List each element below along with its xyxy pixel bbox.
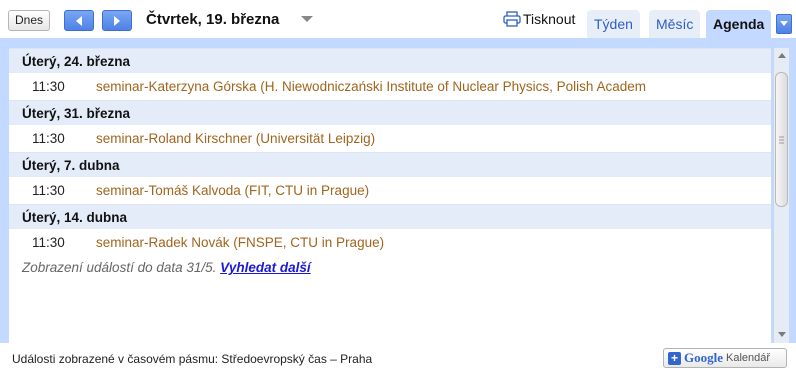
- day-header: Úterý, 31. března: [9, 100, 771, 125]
- timezone-note: Události zobrazené v časovém pásmu: Stře…: [12, 352, 373, 366]
- range-note-text: Zobrazení událostí do data 31/5.: [22, 260, 221, 275]
- chevron-right-icon: [114, 15, 120, 26]
- event-row[interactable]: 11:30 seminar-Radek Novák (FNSPE, CTU in…: [9, 229, 771, 256]
- tab-agenda[interactable]: Agenda: [706, 10, 772, 38]
- scroll-down-button[interactable]: [774, 327, 790, 343]
- tab-week[interactable]: Týden: [587, 10, 640, 38]
- event-row[interactable]: 11:30 seminar-Roland Kirschner (Universi…: [9, 125, 771, 152]
- scrollbar[interactable]: [773, 48, 789, 343]
- event-time: 11:30: [32, 79, 65, 94]
- event-title[interactable]: seminar-Radek Novák (FNSPE, CTU in Pragu…: [96, 229, 384, 256]
- scroll-thumb[interactable]: [775, 72, 788, 207]
- google-calendar-badge[interactable]: + Google Kalendář: [663, 348, 787, 368]
- day-header: Úterý, 14. dubna: [9, 204, 771, 229]
- print-label: Tisknout: [523, 11, 576, 27]
- next-button[interactable]: [102, 10, 132, 31]
- event-title[interactable]: seminar-Roland Kirschner (Universität Le…: [96, 125, 375, 152]
- event-time: 11:30: [32, 131, 65, 146]
- scroll-up-button[interactable]: [774, 48, 790, 64]
- agenda-panel: Úterý, 24. března 11:30 seminar-Katerzyn…: [0, 38, 796, 343]
- plus-icon: +: [668, 351, 681, 365]
- scroll-down-icon: [778, 332, 786, 337]
- google-logo-text: Google: [684, 350, 723, 365]
- scroll-up-icon: [778, 53, 786, 58]
- view-menu-button[interactable]: [776, 14, 792, 34]
- today-button[interactable]: Dnes: [8, 10, 51, 31]
- event-row[interactable]: 11:30 seminar-Tomáš Kalvoda (FIT, CTU in…: [9, 177, 771, 204]
- print-link[interactable]: Tisknout: [503, 11, 575, 27]
- agenda-range-note: Zobrazení událostí do data 31/5. Vyhleda…: [9, 256, 771, 280]
- event-title[interactable]: seminar-Katerzyna Górska (H. Niewodnicza…: [96, 73, 646, 100]
- grip-icon: [779, 136, 784, 143]
- event-time: 11:30: [32, 183, 65, 198]
- printer-icon: [503, 11, 521, 27]
- previous-button[interactable]: [64, 10, 94, 31]
- calendar-toolbar: Dnes Čtvrtek, 19. března Tisknout Týden …: [0, 0, 796, 38]
- chevron-left-icon: [76, 15, 82, 26]
- calendar-label: Kalendář: [726, 352, 771, 364]
- day-header: Úterý, 24. března: [9, 48, 771, 73]
- google-logo: Google: [684, 350, 723, 366]
- caret-down-icon: [780, 21, 788, 26]
- event-time: 11:30: [32, 235, 65, 250]
- event-title[interactable]: seminar-Tomáš Kalvoda (FIT, CTU in Pragu…: [96, 177, 369, 204]
- event-row[interactable]: 11:30 seminar-Katerzyna Górska (H. Niewo…: [9, 73, 771, 100]
- day-header: Úterý, 7. dubna: [9, 152, 771, 177]
- tab-month[interactable]: Měsíc: [649, 10, 701, 38]
- current-date-label[interactable]: Čtvrtek, 19. března: [146, 11, 279, 28]
- caret-down-icon[interactable]: [301, 16, 313, 22]
- search-more-link[interactable]: Vyhledat další: [220, 260, 311, 275]
- agenda-list: Úterý, 24. března 11:30 seminar-Katerzyn…: [9, 48, 771, 343]
